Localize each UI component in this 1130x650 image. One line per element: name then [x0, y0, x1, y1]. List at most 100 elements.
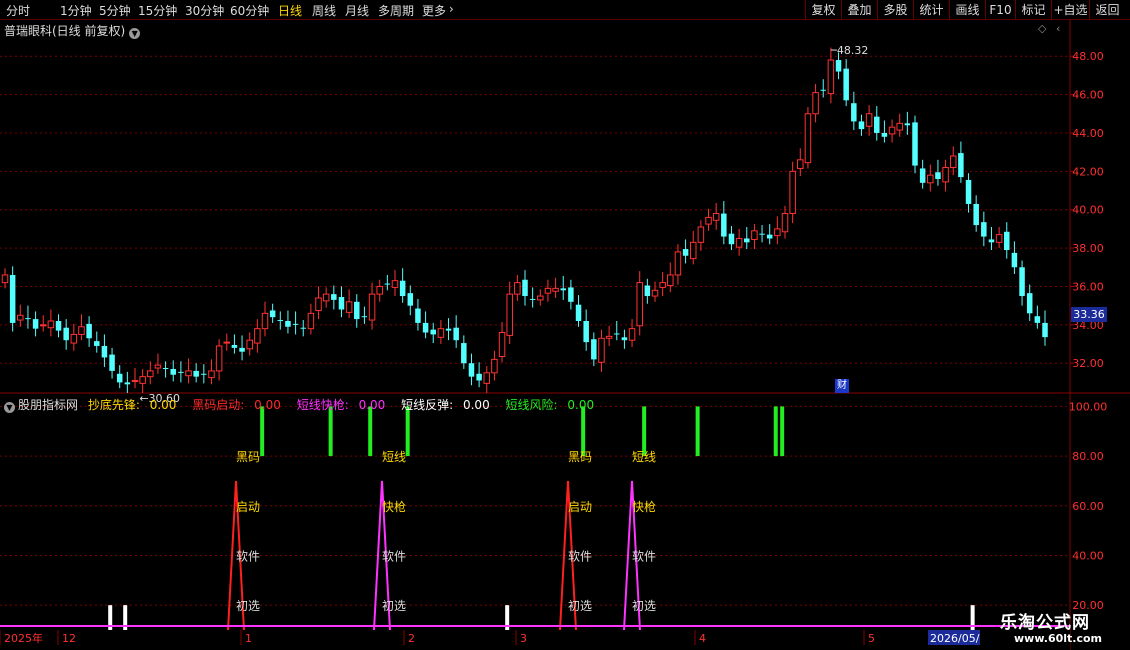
time-axis-bg: [0, 630, 1070, 650]
finance-marker[interactable]: 财: [835, 379, 849, 393]
time-axis-label: 12: [62, 632, 76, 645]
add-watchlist-button[interactable]: +自选: [1051, 0, 1089, 20]
candle-body: [935, 172, 941, 179]
candle-body: [981, 222, 987, 237]
indicator-name[interactable]: 股朋指标网: [18, 398, 78, 412]
candle-body: [269, 310, 276, 318]
diejia-button[interactable]: 叠加: [841, 0, 877, 20]
tab-5min[interactable]: 5分钟: [99, 2, 131, 19]
candle-body: [223, 341, 231, 344]
candle-body: [94, 341, 100, 346]
candle-body: [391, 280, 399, 288]
candle-body: [735, 237, 743, 248]
indicator-tick-label: 40.00: [1072, 549, 1104, 562]
candle-body: [568, 287, 574, 302]
risk-bar: [780, 406, 785, 457]
candle-body: [591, 339, 597, 360]
candle-body: [789, 170, 796, 215]
candle-body: [483, 372, 491, 384]
fuquan-button[interactable]: 复权: [805, 0, 841, 20]
candle-body: [1019, 267, 1025, 297]
kline-chart[interactable]: 32.0034.0036.0038.0040.0042.0044.0046.00…: [0, 20, 1130, 650]
risk-bar: [581, 406, 586, 457]
candle-body: [437, 328, 445, 338]
time-axis-label: 3: [520, 632, 527, 645]
time-axis-label: 5: [868, 632, 875, 645]
candle-body: [185, 370, 192, 377]
candle-body: [697, 226, 705, 243]
candle-body: [636, 282, 643, 327]
candle-body: [292, 323, 299, 325]
signal-label-software: 软件: [632, 549, 656, 563]
candle-body: [958, 153, 964, 178]
time-axis-label: 4: [699, 632, 706, 645]
candle-body: [354, 301, 360, 320]
candle-body: [154, 364, 162, 369]
tab-15min[interactable]: 15分钟: [138, 2, 177, 19]
candle-body: [453, 327, 459, 341]
candle-body: [820, 89, 826, 91]
signal-label-top: 短线: [632, 450, 656, 464]
candle-body: [445, 328, 452, 331]
candle-body: [315, 297, 322, 311]
tab-fenshi[interactable]: 分时: [6, 2, 30, 19]
candle-body: [239, 347, 245, 352]
candle-body: [322, 293, 330, 302]
risk-bar: [642, 406, 647, 457]
risk-bar: [260, 406, 265, 457]
candle-body: [277, 320, 284, 322]
duogu-button[interactable]: 多股: [877, 0, 913, 20]
high-price-label: 48.32: [837, 44, 869, 57]
tab-30min[interactable]: 30分钟: [185, 2, 224, 19]
candle-body: [912, 122, 918, 166]
candle-body: [368, 293, 376, 321]
candle-body: [919, 168, 926, 183]
tab-multi-period[interactable]: 多周期: [378, 2, 414, 19]
indicator-item-fengxian: 短线风险: 0.00: [505, 398, 595, 412]
signal-label-chuxuan: 初选: [632, 599, 656, 613]
candle-body: [927, 174, 934, 184]
candle-body: [781, 213, 789, 233]
candle-body: [705, 216, 712, 225]
tab-monthly[interactable]: 月线: [345, 2, 369, 19]
candle-body: [399, 280, 406, 297]
huaxian-button[interactable]: 画线: [949, 0, 985, 20]
candle-body: [827, 59, 835, 95]
candle-body: [109, 354, 115, 371]
tongji-button[interactable]: 统计: [913, 0, 949, 20]
signal-label-mid: 快枪: [382, 499, 406, 514]
candle-body: [1, 274, 9, 284]
candle-body: [552, 287, 559, 292]
indicator-tick-label: 60.00: [1072, 500, 1104, 513]
candle-body: [376, 285, 383, 295]
candle-body: [942, 166, 949, 183]
tab-1min[interactable]: 1分钟: [60, 2, 92, 19]
candle-body: [865, 113, 873, 127]
tab-weekly[interactable]: 周线: [312, 2, 336, 19]
price-tick-label: 36.00: [1072, 280, 1104, 293]
chevron-down-icon[interactable]: ▼: [4, 402, 15, 413]
signal-label-chuxuan: 初选: [382, 599, 406, 613]
candle-body: [744, 238, 750, 243]
candle-body: [491, 358, 498, 374]
signal-label-top: 短线: [382, 450, 406, 464]
candle-body: [605, 335, 613, 339]
f10-button[interactable]: F10: [985, 0, 1015, 20]
price-tick-label: 32.00: [1072, 357, 1104, 370]
candle-body: [361, 316, 368, 318]
tab-daily[interactable]: 日线: [278, 2, 302, 19]
candle-body: [812, 92, 819, 115]
candle-body: [858, 121, 865, 130]
price-tick-label: 48.00: [1072, 50, 1104, 63]
tab-more[interactable]: 更多: [422, 2, 446, 19]
biaoji-button[interactable]: 标记: [1015, 0, 1051, 20]
chevron-right-icon[interactable]: ›: [449, 2, 454, 16]
candle-body: [689, 241, 697, 260]
price-tick-label: 38.00: [1072, 242, 1104, 255]
back-button[interactable]: 返回: [1089, 0, 1125, 20]
candle-body: [522, 279, 528, 297]
tab-60min[interactable]: 60分钟: [230, 2, 269, 19]
watermark-title: 乐淘公式网: [1000, 613, 1090, 633]
candle-body: [644, 285, 651, 297]
price-tick-label: 40.00: [1072, 204, 1104, 217]
